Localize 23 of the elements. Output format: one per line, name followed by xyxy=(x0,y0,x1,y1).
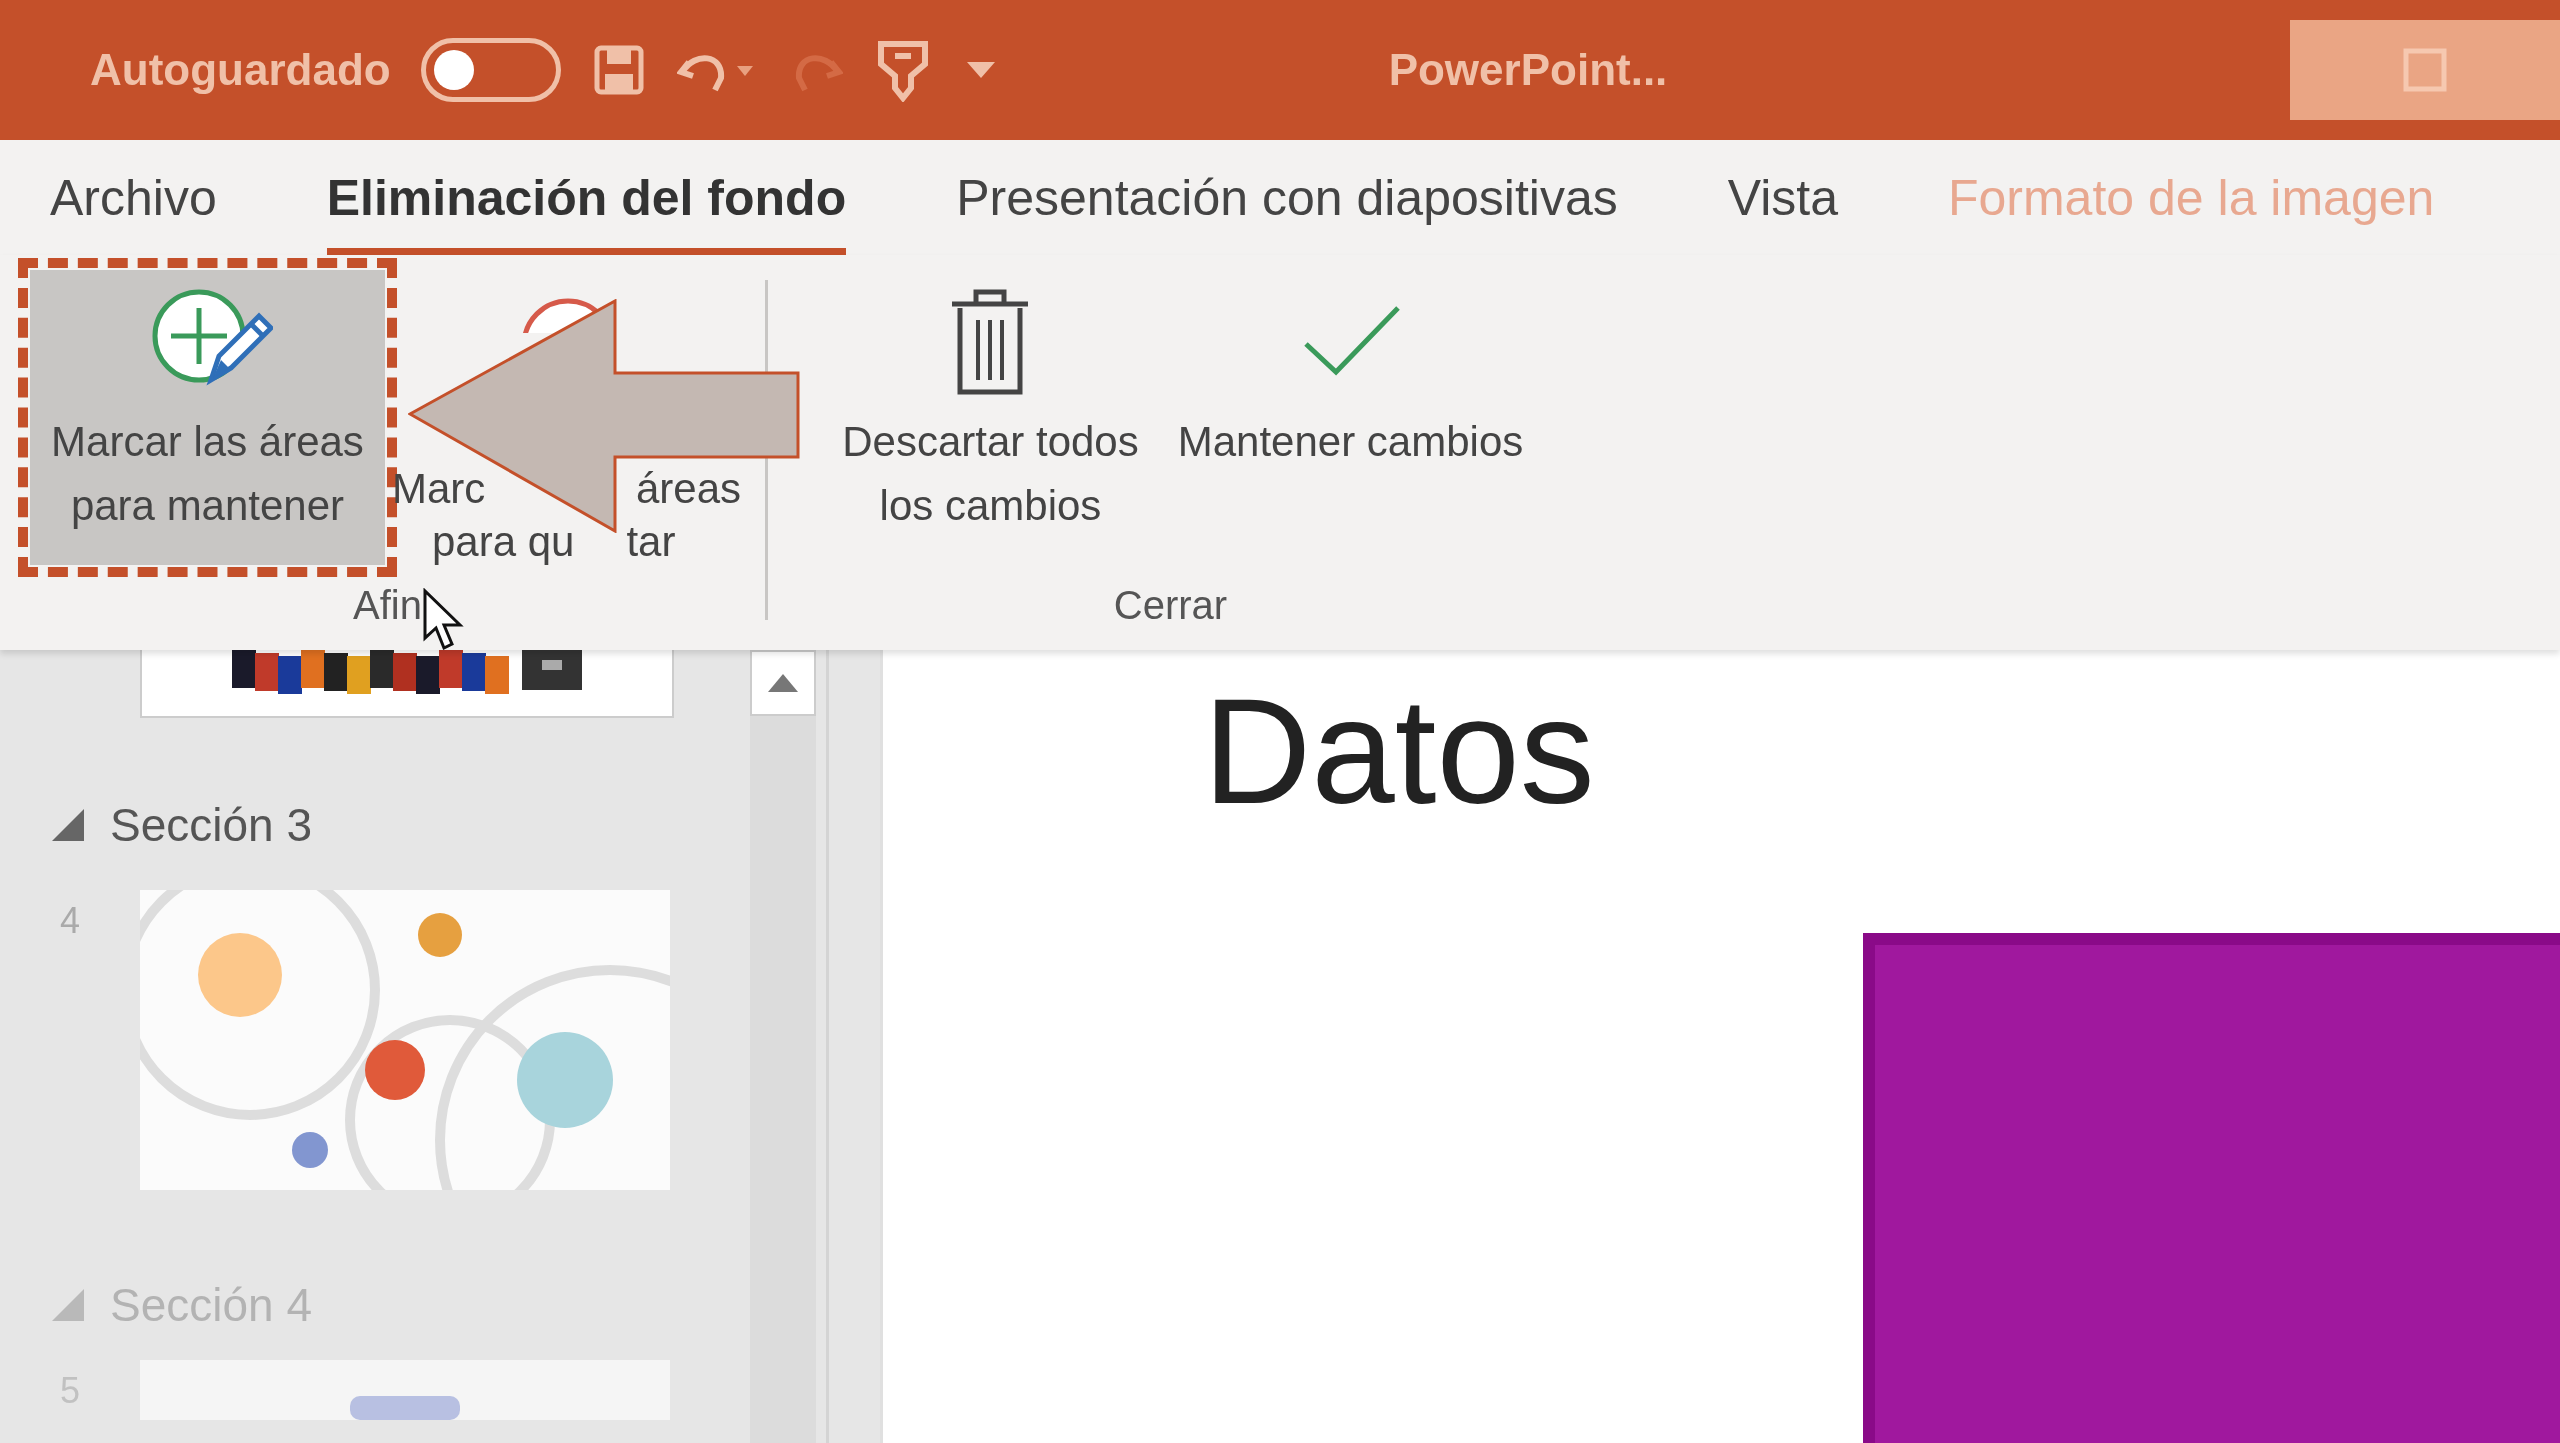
window-control-button[interactable] xyxy=(2290,20,2560,120)
slide-title[interactable]: Datos xyxy=(1203,665,2560,838)
slide-thumbnail[interactable] xyxy=(140,1360,670,1420)
ribbon-tab[interactable]: Archivo xyxy=(50,140,217,255)
document-title: PowerPoint... xyxy=(1388,45,1668,95)
scrollbar[interactable] xyxy=(750,650,816,1443)
ribbon-button[interactable]: Marc áreas para qu tar xyxy=(390,270,745,565)
ribbon-button[interactable]: Mantener cambios xyxy=(1173,270,1528,565)
cursor-icon xyxy=(422,588,466,652)
scroll-up-button[interactable] xyxy=(750,650,816,716)
slide-number: 4 xyxy=(59,899,81,942)
section-title[interactable]: Sección 3 xyxy=(110,798,312,852)
autosave-toggle[interactable] xyxy=(420,38,561,102)
ribbon-button[interactable]: Descartar todos los cambios xyxy=(813,270,1168,565)
autosave-label: Autoguardado xyxy=(90,45,391,95)
group-label: Afin xyxy=(353,583,422,628)
slide-shape[interactable] xyxy=(1863,933,2560,1443)
slide-thumbnail[interactable] xyxy=(140,650,674,718)
ribbon-tab[interactable]: Vista xyxy=(1727,140,1838,255)
ribbon-tab[interactable]: Presentación con diapositivas xyxy=(956,140,1618,255)
group-label: Cerrar xyxy=(1113,583,1228,628)
ribbon-button[interactable]: Marcar las áreas para mantener xyxy=(30,270,385,565)
up-arrow-icon xyxy=(768,674,798,692)
